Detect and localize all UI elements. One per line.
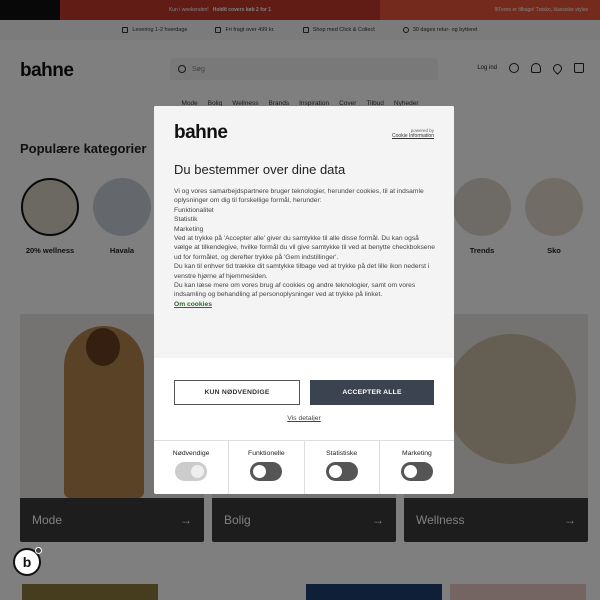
about-cookies-link[interactable]: Om cookies [174, 301, 212, 308]
badge-dot [35, 547, 42, 554]
accept-all-button[interactable]: ACCEPTER ALLE [310, 380, 434, 405]
toggle-necessary: Nødvendige [154, 441, 230, 494]
switch-knob [328, 465, 342, 478]
show-details-link[interactable]: Vis detaljer [154, 415, 454, 422]
dialog-content: bahne powered by Cookie Information Du b… [154, 106, 454, 358]
consent-toggles: Nødvendige Funktionelle Statistiske Mark… [154, 440, 454, 494]
bahne-logo: bahne [174, 122, 228, 143]
toggle-label: Statistiske [326, 450, 358, 457]
dialog-logo-text: bahne [174, 124, 227, 140]
toggle-functional: Funktionelle [229, 441, 305, 494]
switch-knob [253, 465, 267, 478]
dialog-text: Vi og vores samarbejdspartnere bruger te… [174, 188, 435, 299]
necessary-only-button[interactable]: KUN NØDVENDIGE [174, 380, 300, 405]
toggle-marketing: Marketing [380, 441, 454, 494]
toggle-label: Marketing [401, 450, 432, 457]
dialog-logo: bahne [174, 122, 266, 145]
cookie-information-link: Cookie Information [392, 133, 434, 140]
marketing-switch[interactable] [400, 462, 433, 481]
statistics-switch[interactable] [325, 462, 358, 481]
necessary-switch [175, 462, 208, 481]
dialog-body: Vi og vores samarbejdspartnere bruger te… [174, 187, 436, 309]
toggle-label: Nødvendige [172, 450, 210, 457]
badge-letter: b [22, 554, 32, 570]
switch-knob [191, 465, 205, 478]
toggle-label: Funktionelle [248, 450, 285, 457]
functional-switch[interactable] [250, 462, 283, 481]
dialog-title: Du bestemmer over dine data [174, 162, 346, 177]
cookie-consent-dialog: bahne powered by Cookie Information Du b… [154, 106, 454, 494]
dialog-buttons: KUN NØDVENDIGE ACCEPTER ALLE [174, 380, 434, 405]
cookie-settings-badge[interactable]: b [13, 547, 42, 576]
switch-knob [403, 465, 417, 478]
powered-by[interactable]: powered by Cookie Information [392, 128, 434, 139]
toggle-statistics: Statistiske [305, 441, 380, 494]
